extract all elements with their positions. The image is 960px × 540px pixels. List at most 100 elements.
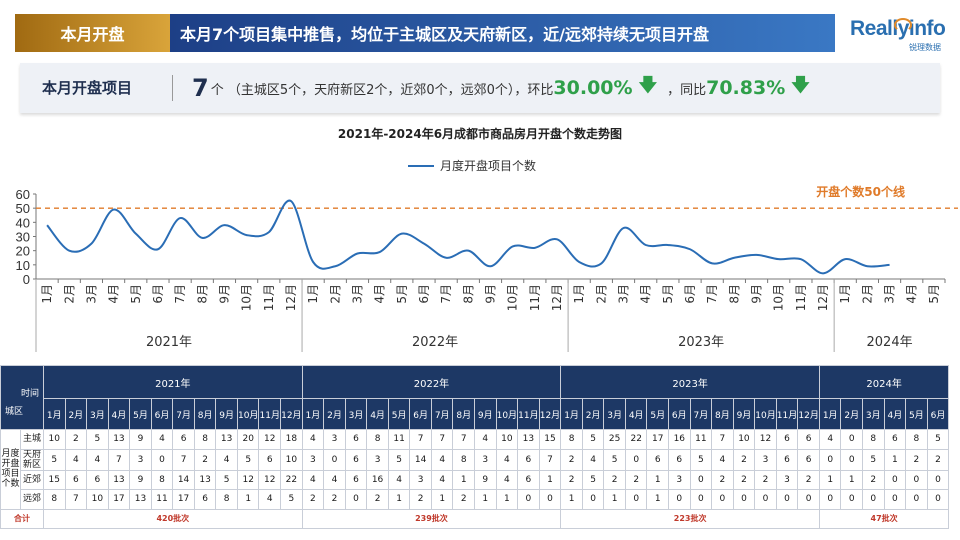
table-cell: 16 — [668, 429, 691, 450]
table-cell: 17 — [107, 489, 131, 510]
table-month-header: 8月 — [193, 398, 217, 430]
table-cell: 16 — [366, 469, 389, 490]
table-cell: 0 — [689, 469, 713, 490]
table-cell: 1 — [603, 489, 626, 510]
table-cell: 1 — [474, 489, 497, 510]
month-label: 11月 — [262, 284, 276, 311]
table-total-cell: 223批次 — [560, 508, 820, 529]
table-cell: 13 — [517, 429, 540, 450]
table-row-label: 远郊 — [20, 489, 44, 510]
table-cell: 0 — [797, 489, 820, 510]
table-total-label: 合计 — [0, 508, 44, 529]
table-month-header: 5月 — [387, 398, 411, 430]
table-month-header: 11月 — [775, 398, 799, 430]
table-cell: 0 — [668, 489, 691, 510]
month-label: 8月 — [195, 284, 209, 304]
table-row-label: 主城 — [20, 429, 44, 450]
table-cell: 7 — [172, 448, 195, 471]
month-label: 1月 — [572, 284, 586, 304]
table-cell: 0 — [905, 469, 928, 490]
table-month-header: 8月 — [452, 398, 476, 430]
table-month-header: 2月 — [64, 398, 88, 430]
table-cell: 5 — [280, 489, 303, 510]
table-cell: 7 — [107, 448, 131, 471]
table-cell: 4 — [215, 448, 238, 471]
table-cell: 1 — [560, 489, 583, 510]
table-cell: 6 — [883, 429, 907, 450]
year-label: 2023年 — [678, 335, 724, 350]
table-cell: 4 — [495, 448, 519, 471]
table-month-header: 7月 — [689, 398, 713, 430]
table-cell: 3 — [323, 429, 346, 450]
table-cell: 8 — [905, 429, 928, 450]
table-cell: 5 — [581, 429, 605, 450]
table-cell: 4 — [430, 448, 454, 471]
month-label: 8月 — [461, 284, 475, 304]
table-month-header: 5月 — [129, 398, 152, 430]
table-cell: 11 — [387, 429, 411, 450]
table-cell: 10 — [280, 448, 303, 471]
month-label: 7月 — [439, 284, 453, 304]
table-cell: 3 — [754, 448, 777, 471]
table-month-header: 5月 — [905, 398, 928, 430]
table-cell: 5 — [86, 429, 109, 450]
table-cell: 2 — [926, 448, 950, 471]
table-cell: 0 — [775, 489, 799, 510]
table-month-header: 12月 — [280, 398, 303, 430]
y-tick-label: 20 — [16, 244, 30, 259]
table-month-header: 5月 — [646, 398, 670, 430]
table-month-header: 6月 — [668, 398, 691, 430]
month-label: 10月 — [240, 284, 254, 311]
table-cell: 1 — [646, 489, 670, 510]
month-label: 2月 — [860, 284, 874, 304]
table-month-header: 2月 — [323, 398, 346, 430]
month-label: 5月 — [661, 284, 675, 304]
table-cell: 12 — [754, 429, 777, 450]
table-cell: 1 — [538, 469, 562, 490]
table-cell: 4 — [301, 469, 325, 490]
y-tick-label: 60 — [16, 187, 30, 202]
table-cell: 3 — [129, 448, 152, 471]
table-cell: 8 — [366, 429, 389, 450]
table-cell: 15 — [43, 469, 66, 490]
chart-title: 2021年-2024年6月成都市商品房月开盘个数走势图 — [337, 127, 623, 141]
table-month-header: 9月 — [474, 398, 497, 430]
table-cell: 9 — [474, 469, 497, 490]
month-label: 3月 — [84, 284, 98, 304]
legend-label: 月度开盘项目个数 — [440, 159, 537, 173]
table-cell: 14 — [409, 448, 432, 471]
table-cell: 25 — [603, 429, 626, 450]
table-cell: 8 — [560, 429, 583, 450]
table-cell: 6 — [797, 429, 820, 450]
month-label: 10月 — [506, 284, 520, 311]
table-cell: 13 — [107, 469, 131, 490]
table-cell: 0 — [538, 489, 562, 510]
table-cell: 14 — [172, 469, 195, 490]
table-month-header: 9月 — [215, 398, 238, 430]
month-label: 7月 — [705, 284, 719, 304]
month-label: 6月 — [151, 284, 165, 304]
table-cell: 2 — [452, 489, 476, 510]
table-cell: 7 — [430, 429, 454, 450]
table-cell: 17 — [172, 489, 195, 510]
year-label: 2024年 — [867, 335, 913, 350]
header-tag: 本月开盘 — [15, 14, 170, 52]
table-month-header: 10月 — [236, 398, 260, 430]
table-month-header: 3月 — [344, 398, 368, 430]
table-cell: 8 — [215, 489, 238, 510]
table-cell: 0 — [840, 448, 864, 471]
y-tick-label: 30 — [16, 230, 30, 245]
table-cell: 2 — [797, 469, 820, 490]
header-headline: 本月7个项目集中推售，均位于主城区及天府新区，近/远郊持续无项目开盘 — [170, 14, 835, 52]
header-bar: 本月开盘 本月7个项目集中推售，均位于主城区及天府新区，近/远郊持续无项目开盘 — [15, 14, 835, 52]
y-tick-label: 0 — [23, 272, 30, 287]
table-cell: 20 — [236, 429, 260, 450]
table-month-header: 2月 — [840, 398, 864, 430]
table-cell: 7 — [711, 429, 734, 450]
table-month-header: 1月 — [818, 398, 842, 430]
table-cell: 2 — [560, 448, 583, 471]
table-cell: 15 — [538, 429, 562, 450]
reference-line-label: 开盘个数50个线 — [816, 184, 905, 199]
summary-label: 本月开盘项目 — [42, 79, 133, 97]
table-cell: 6 — [344, 469, 368, 490]
